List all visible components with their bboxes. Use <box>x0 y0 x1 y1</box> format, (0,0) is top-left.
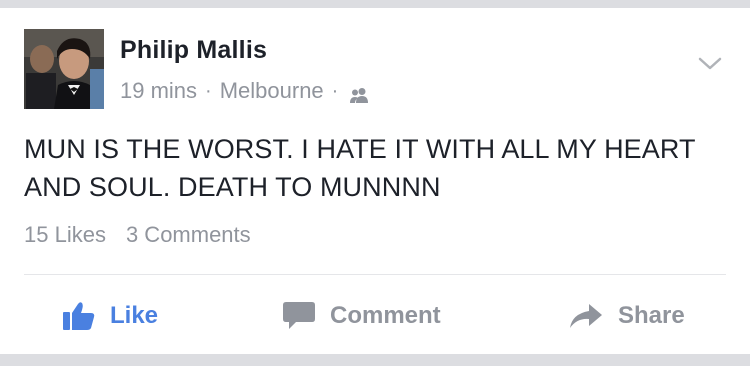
meta-separator: · <box>205 79 212 102</box>
thumbs-up-icon <box>63 302 95 330</box>
avatar[interactable] <box>24 29 104 109</box>
comments-count[interactable]: 3 Comments <box>126 222 251 248</box>
share-button[interactable]: Share <box>568 294 685 338</box>
chevron-down-icon[interactable] <box>694 48 726 80</box>
friends-icon[interactable] <box>348 83 370 103</box>
post-text-line: AND SOUL. DEATH TO MUNNNN <box>24 172 441 202</box>
post-location[interactable]: Melbourne <box>220 78 324 104</box>
comment-label: Comment <box>330 302 441 329</box>
divider <box>24 274 726 275</box>
post-text-line: MUN IS THE WORST. I HATE IT WITH ALL MY … <box>24 134 696 164</box>
post-text: MUN IS THE WORST. I HATE IT WITH ALL MY … <box>24 130 724 206</box>
like-label: Like <box>110 302 159 329</box>
post-meta: 19 mins · Melbourne · <box>120 78 370 104</box>
post-card: Philip Mallis 19 mins · Melbourne · MUN … <box>0 8 750 354</box>
likes-count[interactable]: 15 Likes <box>24 222 106 248</box>
engagement-counts: 15 Likes 3 Comments <box>24 222 251 248</box>
action-bar: Like Comment Share <box>0 294 750 338</box>
post-time[interactable]: 19 mins <box>120 78 197 104</box>
comment-button[interactable]: Comment <box>282 294 441 338</box>
author-name[interactable]: Philip Mallis <box>120 36 267 65</box>
meta-separator: · <box>331 79 339 102</box>
feed-separator <box>0 354 750 366</box>
like-button[interactable]: Like <box>62 294 158 338</box>
comment-icon <box>283 302 315 329</box>
share-label: Share <box>618 302 685 329</box>
share-icon <box>570 304 602 328</box>
